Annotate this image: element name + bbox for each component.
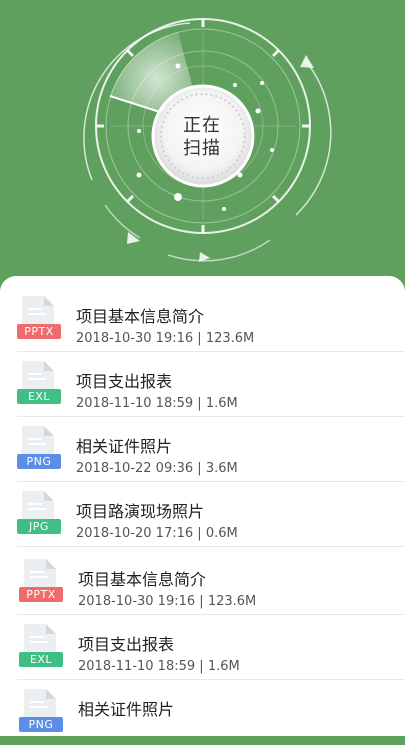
file-list-item[interactable]: PPTX 项目基本信息简介 2018-10-30 19:16 | 123.6M [0, 551, 405, 615]
scan-status-line2: 扫描 [183, 138, 221, 159]
file-name: 项目基本信息简介 [78, 570, 207, 589]
file-type-badge: PPTX [17, 324, 61, 339]
excel-file-icon: EXL [17, 361, 61, 411]
file-list-item[interactable]: PPTX 项目基本信息简介 2018-10-30 19:16 | 123.6M [0, 288, 405, 352]
divider [17, 351, 405, 352]
file-type-badge: JPG [17, 519, 61, 534]
divider [17, 481, 405, 482]
file-type-badge: PNG [17, 454, 61, 469]
file-name: 项目基本信息简介 [76, 307, 205, 326]
arrow-icon [300, 55, 314, 68]
file-meta: 2018-11-10 18:59 | 1.6M [78, 659, 240, 674]
file-name: 相关证件照片 [76, 437, 173, 456]
scan-status-line1: 正在 [183, 115, 221, 136]
file-list-item[interactable]: JPG 项目路演现场照片 2018-10-20 17:16 | 0.6M [0, 483, 405, 547]
divider [17, 546, 405, 547]
file-type-badge: EXL [19, 652, 63, 667]
pptx-file-icon: PPTX [19, 559, 63, 609]
file-type-badge: PPTX [19, 587, 63, 602]
file-size: 1.6M [207, 659, 240, 674]
divider [17, 614, 405, 615]
outer-arc [104, 204, 141, 239]
excel-file-icon: EXL [19, 624, 63, 674]
file-type-badge: PNG [19, 717, 63, 732]
scan-animation: 正在 扫描 [0, 0, 405, 290]
file-size: 123.6M [205, 331, 255, 346]
file-list-item[interactable]: PNG 相关证件照片 [0, 681, 405, 745]
divider [17, 416, 405, 417]
file-date: 2018-10-30 19:16 [78, 594, 196, 609]
file-meta: 2018-10-22 09:36 | 3.6M [76, 461, 238, 476]
file-size: 1.6M [205, 396, 238, 411]
file-name: 相关证件照片 [78, 700, 175, 719]
file-meta: 2018-10-20 17:16 | 0.6M [76, 526, 238, 541]
png-file-icon: PNG [17, 426, 61, 476]
divider [17, 679, 405, 680]
file-date: 2018-11-10 18:59 [76, 396, 194, 411]
file-type-badge: EXL [17, 389, 61, 404]
png-file-icon: PNG [19, 689, 63, 739]
file-meta: 2018-10-30 19:16 | 123.6M [78, 594, 257, 609]
file-date: 2018-11-10 18:59 [78, 659, 196, 674]
outer-arc [167, 239, 271, 262]
file-list-item[interactable]: PNG 相关证件照片 2018-10-22 09:36 | 3.6M [0, 418, 405, 482]
jpg-file-icon: JPG [17, 491, 61, 541]
file-name: 项目支出报表 [76, 372, 173, 391]
file-name: 项目支出报表 [78, 635, 175, 654]
scan-status-label: 正在 扫描 [163, 114, 241, 160]
file-date: 2018-10-22 09:36 [76, 461, 194, 476]
file-list-item[interactable]: EXL 项目支出报表 2018-11-10 18:59 | 1.6M [0, 353, 405, 417]
file-meta: 2018-11-10 18:59 | 1.6M [76, 396, 238, 411]
file-size: 3.6M [205, 461, 238, 476]
file-date: 2018-10-30 19:16 [76, 331, 194, 346]
file-list-item[interactable]: EXL 项目支出报表 2018-11-10 18:59 | 1.6M [0, 616, 405, 680]
file-list-panel: PPTX 项目基本信息简介 2018-10-30 19:16 | 123.6M … [0, 276, 405, 736]
pptx-file-icon: PPTX [17, 296, 61, 346]
file-meta: 2018-10-30 19:16 | 123.6M [76, 331, 255, 346]
file-date: 2018-10-20 17:16 [76, 526, 194, 541]
file-size: 123.6M [207, 594, 257, 609]
file-size: 0.6M [205, 526, 238, 541]
file-name: 项目路演现场照片 [76, 502, 205, 521]
